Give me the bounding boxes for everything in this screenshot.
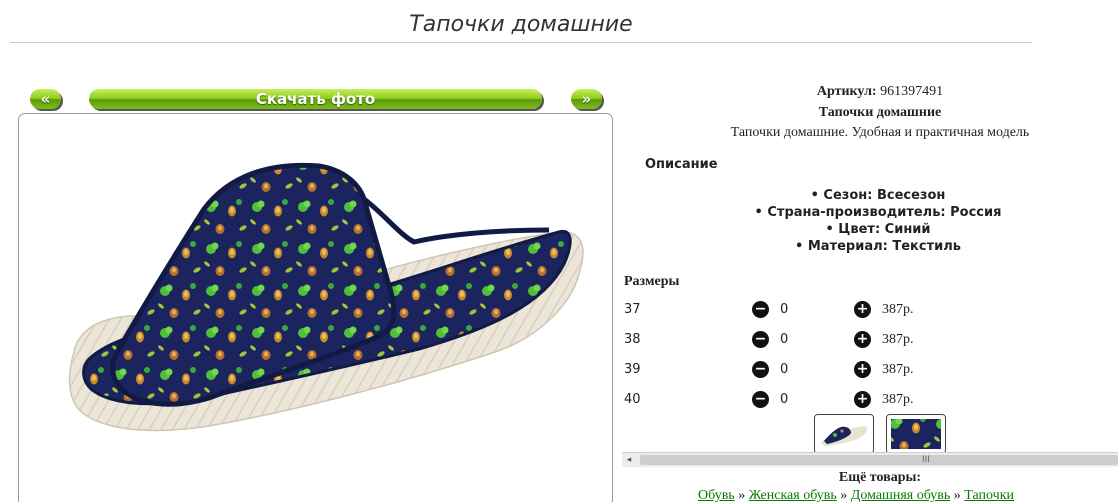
product-photo[interactable] [18, 113, 613, 502]
property-list: • Сезон: Всесезон • Страна-производитель… [620, 187, 1118, 255]
product-description: Тапочки домашние. Удобная и практичная м… [730, 125, 1030, 140]
scroll-left-icon[interactable]: ◂ [622, 453, 636, 467]
thumbnail-slipper-side[interactable] [814, 414, 874, 454]
size-value: 38 [624, 332, 641, 347]
size-row: 39 − 0 + 387р. [624, 360, 1024, 380]
article-value: 961397491 [880, 84, 944, 99]
plus-circle-icon[interactable]: + [854, 391, 871, 408]
size-value: 39 [624, 362, 641, 377]
size-row: 38 − 0 + 387р. [624, 330, 1024, 350]
plus-circle-icon[interactable]: + [854, 331, 871, 348]
price-value: 387р. [882, 362, 914, 377]
price-value: 387р. [882, 332, 914, 347]
quantity-value: 0 [780, 392, 789, 407]
thumbnail-image [887, 415, 945, 453]
size-row: 40 − 0 + 387р. [624, 390, 1024, 410]
article-line: Артикул: 961397491 [620, 84, 1118, 100]
minus-circle-icon[interactable]: − [752, 361, 769, 378]
plus-circle-icon[interactable]: + [854, 301, 871, 318]
scrollbar-grip: III [922, 455, 930, 465]
plus-circle-icon[interactable]: + [854, 361, 871, 378]
quantity-value: 0 [780, 302, 789, 317]
breadcrumb: Обувь » Женская обувь » Домашняя обувь »… [698, 488, 1014, 504]
price-value: 387р. [882, 392, 914, 407]
thumbnail-image [815, 415, 873, 453]
property-season: • Сезон: Всесезон [810, 188, 946, 203]
minus-circle-icon[interactable]: − [752, 331, 769, 348]
property-material: • Материал: Текстиль [795, 239, 961, 254]
price-value: 387р. [882, 302, 914, 317]
thumbnail-fabric-closeup[interactable] [886, 414, 946, 454]
more-items-heading: Ещё товары: [838, 470, 922, 485]
property-country: • Страна-производитель: Россия [754, 205, 1002, 220]
scrollbar-thumb[interactable]: III [640, 455, 1118, 465]
quantity-value: 0 [780, 362, 789, 377]
page-title: Тапочки домашние [409, 12, 633, 37]
property-color: • Цвет: Синий [825, 222, 931, 237]
download-photo-button[interactable]: Скачать фото [89, 89, 542, 109]
next-photo-button[interactable]: » [571, 89, 602, 109]
horizontal-scrollbar[interactable]: ◂ III [622, 452, 1118, 467]
slipper-image [68, 162, 584, 432]
title-divider [10, 42, 1032, 43]
minus-circle-icon[interactable]: − [752, 391, 769, 408]
description-heading: Описание [645, 157, 718, 172]
size-row: 37 − 0 + 387р. [624, 300, 1024, 320]
article-label: Артикул: [816, 84, 877, 99]
sizes-heading: Размеры [624, 274, 680, 289]
size-value: 40 [624, 392, 641, 407]
size-value: 37 [624, 302, 641, 317]
product-name: Тапочки домашние [818, 105, 942, 120]
minus-circle-icon[interactable]: − [752, 301, 769, 318]
quantity-value: 0 [780, 332, 789, 347]
prev-photo-button[interactable]: « [30, 89, 61, 109]
